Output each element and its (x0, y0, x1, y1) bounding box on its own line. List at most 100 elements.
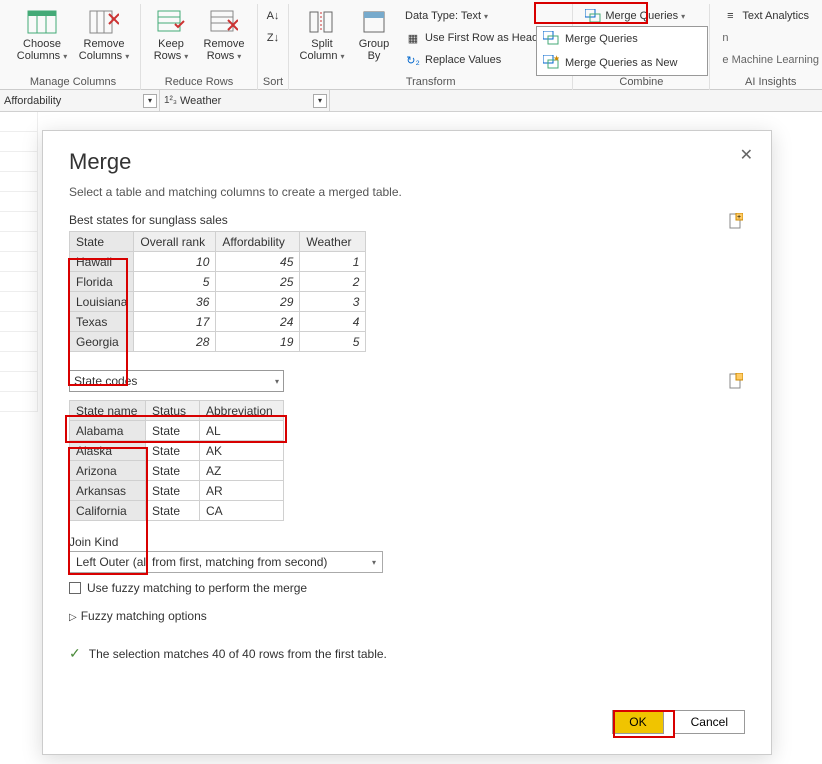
table-columns-icon (26, 8, 58, 36)
group-by-button[interactable]: GroupBy (353, 6, 395, 64)
table2-col-status[interactable]: Status (146, 401, 200, 421)
filter-button[interactable]: ▾ (313, 94, 327, 108)
first-row-headers-label: Use First Row as Headers (425, 32, 553, 44)
table-row: AlaskaStateAK (70, 441, 284, 461)
table2-preview: State name Status Abbreviation AlabamaSt… (69, 400, 284, 521)
keep-rows-label: KeepRows▾ (154, 38, 189, 62)
group-reduce-rows: KeepRows▾ RemoveRows▾ Reduce Rows (141, 4, 258, 90)
data-type-label: Data Type: Text (405, 10, 481, 22)
merge-queries-label: Merge Queries (605, 10, 678, 22)
remove-rows-label: RemoveRows▾ (204, 38, 245, 62)
match-status: ✓ The selection matches 40 of 40 rows fr… (69, 645, 745, 662)
azure-ml-button-partial[interactable]: e Machine Learning (718, 50, 822, 70)
reduce-rows-group-label: Reduce Rows (165, 76, 233, 90)
azure-ml-label-partial: e Machine Learning (722, 54, 819, 66)
group-sort: A↓ Z↓ Sort (258, 4, 289, 90)
fuzzy-matching-checkbox-row[interactable]: Use fuzzy matching to perform the merge (69, 581, 745, 595)
match-status-text: The selection matches 40 of 40 rows from… (89, 647, 387, 661)
sort-desc-button[interactable]: Z↓ (262, 28, 284, 48)
group-transform: SplitColumn▾ GroupBy Data Type: Text▾ ▦ … (289, 4, 573, 90)
sort-asc-icon: A↓ (267, 10, 280, 22)
table-header-icon: ▦ (405, 30, 421, 46)
remove-rows-button[interactable]: RemoveRows▾ (199, 6, 249, 64)
vision-button-partial[interactable]: n (718, 28, 822, 48)
chevron-down-icon: ▾ (372, 558, 376, 567)
split-column-button[interactable]: SplitColumn▾ (297, 6, 347, 64)
merge-new-icon: ★ (543, 55, 559, 71)
remove-rows-icon (208, 8, 240, 36)
data-type-button[interactable]: Data Type: Text▾ (401, 6, 564, 26)
expand-query-icon[interactable]: + (729, 213, 745, 229)
sort-desc-icon: Z↓ (267, 32, 279, 44)
svg-text:★: ★ (553, 55, 559, 63)
group-by-icon (358, 8, 390, 36)
join-kind-label: Join Kind (69, 535, 745, 549)
merge-queries-as-new-item[interactable]: ★ Merge Queries as New (537, 51, 707, 75)
column-header-weather[interactable]: 1²₃ Weather ▾ (160, 90, 330, 111)
dialog-title: Merge (69, 149, 745, 175)
table-row: Georgia28195 (70, 332, 366, 352)
table-row: Louisiana36293 (70, 292, 366, 312)
svg-text:+: + (737, 214, 741, 221)
text-analytics-label: Text Analytics (742, 10, 809, 22)
fuzzy-options-label: Fuzzy matching options (81, 609, 207, 623)
merge-queries-dropdown: Merge Queries ★ Merge Queries as New (536, 26, 708, 76)
grid-row-gutter (0, 112, 38, 758)
remove-columns-label: RemoveColumns▾ (79, 38, 129, 62)
group-ai-insights: ≡ Text Analytics n e Machine Learning AI… (710, 4, 822, 90)
keep-rows-button[interactable]: KeepRows▾ (149, 6, 193, 64)
merge-icon (585, 8, 601, 24)
column-header-affordability[interactable]: Affordability ▾ (0, 90, 160, 111)
data-grid-header: Affordability ▾ 1²₃ Weather ▾ (0, 90, 822, 112)
column-affordability-label: Affordability (4, 95, 61, 107)
fuzzy-matching-label: Use fuzzy matching to perform the merge (87, 581, 307, 595)
table-row: AlabamaStateAL (70, 421, 284, 441)
fuzzy-options-expander[interactable]: ▷Fuzzy matching options (69, 609, 745, 623)
text-analytics-button[interactable]: ≡ Text Analytics (718, 6, 822, 26)
ok-button[interactable]: OK (612, 710, 663, 734)
merge-queries-button[interactable]: Merge Queries▾ (581, 6, 701, 26)
table-row: ArizonaStateAZ (70, 461, 284, 481)
table1-preview: State Overall rank Affordability Weather… (69, 231, 366, 352)
split-column-icon (306, 8, 338, 36)
text-analytics-icon: ≡ (722, 8, 738, 24)
table1-col-overall-rank[interactable]: Overall rank (134, 232, 216, 252)
column-weather-label: Weather (180, 95, 221, 107)
checkbox-icon (69, 582, 81, 594)
join-kind-value: Left Outer (all from first, matching fro… (76, 555, 327, 569)
group-by-label: GroupBy (359, 38, 390, 62)
join-kind-dropdown[interactable]: Left Outer (all from first, matching fro… (69, 551, 383, 573)
cancel-button[interactable]: Cancel (674, 710, 745, 734)
checkmark-icon: ✓ (69, 645, 81, 662)
dialog-subtitle: Select a table and matching columns to c… (69, 185, 745, 199)
manage-columns-group-label: Manage Columns (30, 76, 116, 90)
remove-columns-button[interactable]: RemoveColumns▾ (76, 6, 132, 64)
filter-button[interactable]: ▾ (143, 94, 157, 108)
expand-query-icon[interactable] (729, 373, 745, 389)
replace-values-label: Replace Values (425, 54, 501, 66)
table2-dropdown[interactable]: State codes ▾ (69, 370, 284, 392)
merge-queries-item[interactable]: Merge Queries (537, 27, 707, 51)
merge-dialog: ✕ Merge Select a table and matching colu… (42, 130, 772, 755)
table1-header-row: State Overall rank Affordability Weather (70, 232, 366, 252)
keep-rows-icon (155, 8, 187, 36)
table2-col-state-name[interactable]: State name (70, 401, 146, 421)
sort-group-label: Sort (263, 76, 283, 90)
sort-asc-button[interactable]: A↓ (262, 6, 284, 26)
number-type-icon: 1²₃ (164, 95, 177, 106)
choose-columns-button[interactable]: ChooseColumns▾ (14, 6, 70, 64)
table-row: CaliforniaStateCA (70, 501, 284, 521)
table1-col-state[interactable]: State (70, 232, 134, 252)
transform-group-label: Transform (406, 76, 456, 90)
table1-col-affordability[interactable]: Affordability (216, 232, 300, 252)
table2-header-row: State name Status Abbreviation (70, 401, 284, 421)
ai-insights-group-label: AI Insights (745, 76, 796, 90)
table2-col-abbreviation[interactable]: Abbreviation (200, 401, 284, 421)
choose-columns-label: ChooseColumns▾ (17, 38, 67, 62)
remove-columns-icon (88, 8, 120, 36)
merge-queries-as-new-label: Merge Queries as New (565, 57, 678, 69)
chevron-down-icon: ▾ (275, 377, 279, 386)
replace-icon: ↻₂ (405, 52, 421, 68)
table1-col-weather[interactable]: Weather (300, 232, 366, 252)
close-button[interactable]: ✕ (740, 145, 753, 165)
